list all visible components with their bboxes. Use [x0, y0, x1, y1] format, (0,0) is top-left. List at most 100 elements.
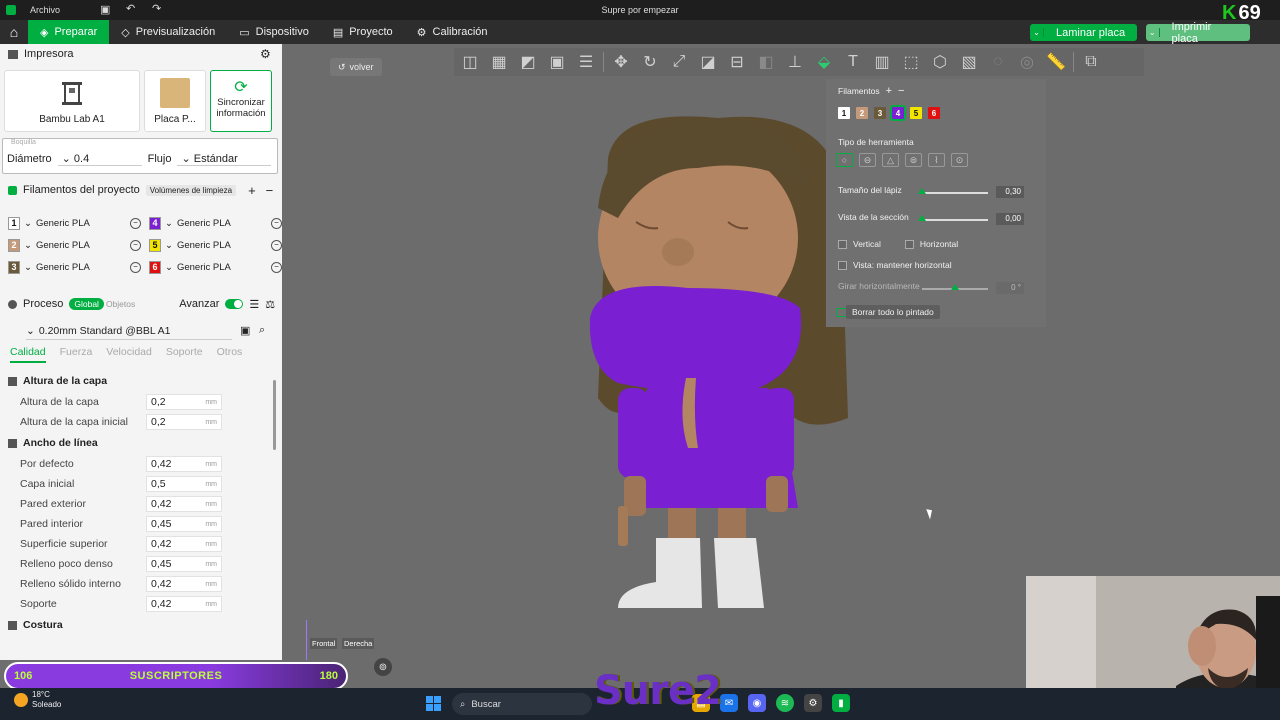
filament-item[interactable]: 4 ⌄ Generic PLA − [141, 216, 282, 230]
remove-filament-icon[interactable]: − [129, 239, 141, 251]
weather-widget[interactable]: 18°C Soleado [14, 690, 61, 710]
flow-select[interactable]: ⌄ Estándar [177, 152, 272, 166]
measure-icon[interactable]: 📏 [1044, 51, 1068, 73]
split-icon[interactable]: ▧ [957, 51, 981, 73]
paint-filament-swatch[interactable]: 3 [874, 107, 886, 119]
circle-brush-icon[interactable]: ○ [836, 153, 853, 167]
chevron-down-icon[interactable]: ⌄ [165, 240, 173, 251]
windows-start-icon[interactable] [426, 696, 441, 711]
gizmo-right-label[interactable]: Derecha [342, 638, 375, 649]
setting-value-input[interactable]: 0,42 mm [146, 456, 222, 472]
diameter-select[interactable]: ⌄ 0.4 [57, 152, 142, 166]
vertical-checkbox[interactable] [838, 239, 847, 249]
remove-filament-icon[interactable]: − [270, 239, 282, 251]
setting-value-input[interactable]: 0,5 mm [146, 476, 222, 492]
layers-icon[interactable]: ☰ [574, 51, 598, 73]
gap-fill-icon[interactable]: ⊙ [951, 153, 968, 167]
support-paint-icon[interactable]: ⊥ [783, 51, 807, 73]
tab-project[interactable]: ▤ Proyecto [321, 20, 405, 44]
filament-item[interactable]: 2 ⌄ Generic PLA − [0, 238, 141, 252]
setting-value-input[interactable]: 0,2 mm [146, 394, 222, 410]
filament-name[interactable]: Generic PLA [36, 218, 126, 229]
fix-model-icon[interactable]: ⬡ [928, 51, 952, 73]
sphere-brush-icon[interactable]: ⊖ [859, 153, 876, 167]
orient-icon[interactable]: ◩ [516, 51, 540, 73]
cut-icon[interactable]: ⊟ [725, 51, 749, 73]
subtab-item[interactable]: Calidad [10, 346, 46, 363]
pen-size-knob[interactable] [918, 188, 926, 194]
save-preset-icon[interactable]: ▣ [240, 324, 250, 337]
seam-icon[interactable]: ▥ [870, 51, 894, 73]
remove-filament-icon[interactable]: − [270, 261, 282, 273]
subtab-item[interactable]: Soporte [166, 346, 203, 363]
remove-filament-icon[interactable]: − [270, 217, 282, 229]
chevron-down-icon[interactable]: ⌄ [165, 262, 173, 273]
undo-icon[interactable]: ↶ [126, 2, 135, 15]
printer-card[interactable]: Bambu Lab A1 [4, 70, 140, 132]
rotate-slider[interactable] [922, 284, 988, 290]
settings-group-header[interactable]: Ancho de línea [0, 432, 274, 454]
keep-horizontal-checkbox[interactable] [838, 260, 847, 270]
remove-filament-icon[interactable]: − [129, 217, 141, 229]
filament-swatch[interactable]: 5 [149, 238, 161, 252]
setting-value-input[interactable]: 0,42 mm [146, 536, 222, 552]
color-paint-icon[interactable]: ⬙ [812, 51, 836, 73]
clear-all-painting-button[interactable]: Borrar todo lo pintado [846, 305, 940, 319]
fill-icon[interactable]: ⌇ [928, 153, 945, 167]
pen-size-slider[interactable] [918, 188, 988, 194]
height-range-icon[interactable]: ⊜ [905, 153, 922, 167]
arrange-icon[interactable]: ▣ [545, 51, 569, 73]
rotate-knob[interactable] [951, 284, 959, 290]
filament-swatch[interactable]: 4 [149, 216, 161, 230]
global-pill[interactable]: Global [69, 298, 104, 310]
discord-icon[interactable]: ◉ [748, 694, 766, 712]
assembly-icon[interactable]: ⬚ [899, 51, 923, 73]
paint-filament-swatch[interactable]: 5 [910, 107, 922, 119]
section-view-value[interactable]: 0,00 [996, 213, 1024, 225]
tab-calibration[interactable]: ⚙ Calibración [405, 20, 500, 44]
filament-name[interactable]: Generic PLA [36, 240, 126, 251]
search-icon[interactable]: ⌕ [259, 324, 265, 337]
horizontal-checkbox[interactable] [904, 239, 914, 249]
subtab-item[interactable]: Fuerza [60, 346, 93, 363]
lay-on-face-icon[interactable]: ◪ [696, 51, 720, 73]
purge-volumes-button[interactable]: Volúmenes de limpieza [145, 184, 237, 196]
chevron-down-icon[interactable]: ⌄ [24, 218, 32, 229]
slice-plate-button[interactable]: ⌄ Laminar placa [1030, 24, 1138, 41]
setting-value-input[interactable]: 0,45 mm [146, 556, 222, 572]
triangle-brush-icon[interactable]: △ [882, 153, 899, 167]
rotate-value[interactable]: 0 ° [996, 282, 1024, 294]
advanced-toggle[interactable] [225, 299, 244, 309]
mesh-boolean-icon[interactable]: ◧ [754, 51, 778, 73]
plate-card[interactable]: Placa P... [144, 70, 206, 132]
pen-size-value[interactable]: 0,30 [996, 186, 1024, 198]
screenshot-icon[interactable]: ⊚ [374, 658, 392, 676]
compare-icon[interactable]: ⚖ [265, 298, 275, 311]
filament-swatch[interactable]: 3 [8, 260, 20, 274]
settings-scrollbar[interactable] [273, 380, 276, 450]
paint-filament-swatch[interactable]: 6 [928, 107, 940, 119]
chevron-down-icon[interactable]: ⌄ [24, 240, 32, 251]
add-cube-icon[interactable]: ◫ [458, 51, 482, 73]
setting-value-input[interactable]: 0,42 mm [146, 496, 222, 512]
setting-value-input[interactable]: 0,2 mm [146, 414, 222, 430]
rotate-icon[interactable]: ↻ [638, 51, 662, 73]
gizmo-front-label[interactable]: Frontal [310, 638, 338, 649]
objects-tab[interactable]: Objetos [106, 299, 135, 309]
section-view-slider[interactable] [918, 215, 988, 221]
redo-icon[interactable]: ↷ [152, 2, 161, 15]
home-icon[interactable]: ⌂ [0, 20, 28, 44]
list-icon[interactable]: ☰ [249, 298, 259, 311]
bambu-studio-icon[interactable]: ▮ [832, 694, 850, 712]
filament-swatch[interactable]: 1 [8, 216, 20, 230]
scale-icon[interactable]: ⤢ [667, 51, 691, 73]
subtab-item[interactable]: Velocidad [106, 346, 152, 363]
filament-item[interactable]: 3 ⌄ Generic PLA − [0, 260, 141, 274]
filament-item[interactable]: 5 ⌄ Generic PLA − [141, 238, 282, 252]
filament-swatch[interactable]: 6 [149, 260, 161, 274]
back-button[interactable]: ↺ volver [330, 58, 382, 76]
filament-item[interactable]: 6 ⌄ Generic PLA − [141, 260, 282, 274]
subtab-item[interactable]: Otros [217, 346, 243, 363]
chevron-down-icon[interactable]: ⌄ [1030, 28, 1044, 37]
remove-filament-icon[interactable]: − [898, 85, 904, 97]
